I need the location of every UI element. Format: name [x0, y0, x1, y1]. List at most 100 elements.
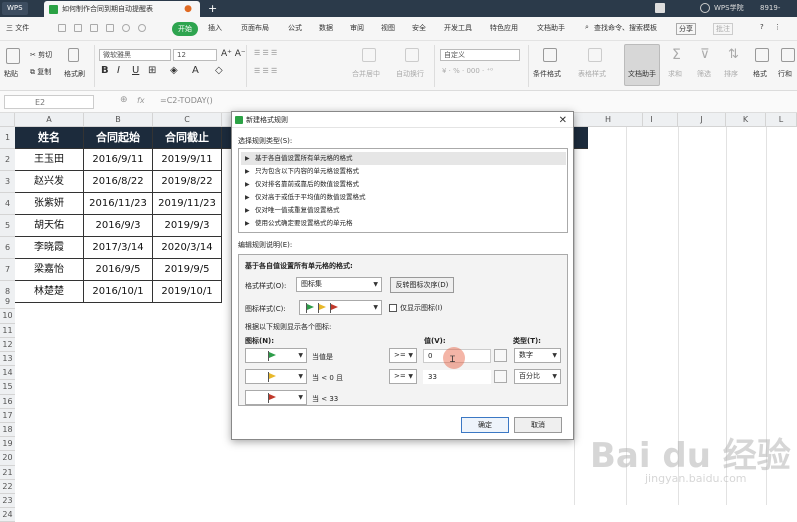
copy-button[interactable]: ⧉ 复制	[30, 67, 51, 77]
format-painter-icon[interactable]	[68, 48, 79, 62]
user-avatar[interactable]	[700, 3, 710, 13]
cell-contract-end[interactable]: 2019/10/1	[153, 281, 222, 303]
header-start[interactable]: 合同起始	[84, 127, 153, 149]
align-left-icons[interactable]: ☰ ☰ ☰	[254, 67, 277, 75]
col-header-l[interactable]: L	[766, 113, 797, 127]
window-badge-icon[interactable]	[655, 3, 665, 13]
sum-button[interactable]: 求和	[668, 69, 682, 79]
more-icon[interactable]: ⋮	[774, 23, 781, 31]
cell-contract-end[interactable]: 2019/11/23	[153, 193, 222, 215]
col-header-a[interactable]: A	[15, 113, 84, 127]
bold-icon[interactable]: B	[101, 65, 109, 76]
merge-icon[interactable]	[362, 48, 376, 62]
col-header-k[interactable]: K	[726, 113, 766, 127]
rule-type-item[interactable]: ▶ 仅对排名靠前或靠后的数值设置格式	[241, 178, 566, 191]
table-style-icon[interactable]	[588, 48, 602, 62]
save-icon[interactable]	[74, 24, 82, 32]
row-header[interactable]: 19	[0, 437, 15, 452]
number-format-icons[interactable]: ¥ · % · 000 · ⁺⁰	[442, 67, 493, 75]
redo-icon[interactable]	[138, 24, 146, 32]
row-header[interactable]: 24	[0, 508, 15, 522]
tab-insert[interactable]: 插入	[208, 23, 222, 33]
row-header[interactable]: 7	[0, 259, 15, 281]
zoom-icon[interactable]: ⊕	[120, 95, 128, 105]
cell-name[interactable]: 胡天佑	[15, 215, 84, 237]
row-header[interactable]: 17	[0, 408, 15, 423]
reverse-icon-order-button[interactable]: 反转图标次序(D)	[390, 277, 454, 293]
header-cell-g[interactable]	[574, 127, 588, 149]
tab-formulas[interactable]: 公式	[288, 23, 302, 33]
name-box[interactable]: E2	[4, 95, 94, 109]
share-button[interactable]: 分享	[676, 23, 696, 35]
tab-close-icon[interactable]: ●	[184, 1, 192, 17]
fill-color-icon[interactable]: ◈	[170, 65, 178, 76]
tab-view[interactable]: 视图	[381, 23, 395, 33]
italic-icon[interactable]: I	[117, 65, 120, 76]
rule-type-item[interactable]: ▶ 只为包含以下内容的单元格设置格式	[241, 165, 566, 178]
cell-contract-start[interactable]: 2017/3/14	[84, 237, 153, 259]
wrap-button[interactable]: 自动换行	[396, 69, 424, 79]
cell-contract-start[interactable]: 2016/9/3	[84, 215, 153, 237]
format-button[interactable]: 格式	[753, 69, 767, 79]
cell-contract-end[interactable]: 2019/9/11	[153, 149, 222, 171]
new-tab-icon[interactable]: +	[208, 0, 217, 17]
format-icon[interactable]	[755, 48, 769, 62]
icon-rule-2-operator[interactable]: >= ▼	[389, 369, 417, 384]
tab-page-layout[interactable]: 页面布局	[241, 23, 269, 33]
menu-file[interactable]: 三 文件	[6, 23, 29, 33]
row-header[interactable]: 18	[0, 423, 15, 438]
cut-button[interactable]: ✂ 剪切	[30, 50, 52, 60]
header-name[interactable]: 姓名	[15, 127, 84, 149]
tab-review[interactable]: 审阅	[350, 23, 364, 33]
font-size-select[interactable]: 12	[173, 49, 217, 61]
row-header[interactable]: 16	[0, 394, 15, 409]
cell-name[interactable]: 张紫妍	[15, 193, 84, 215]
cell-name[interactable]: 梁嘉怡	[15, 259, 84, 281]
filter-button[interactable]: 筛选	[697, 69, 711, 79]
table-style-button[interactable]: 表格样式	[578, 69, 606, 79]
row-header[interactable]: 6	[0, 237, 15, 259]
row-header[interactable]: 22	[0, 479, 15, 494]
cell-name[interactable]: 林楚楚	[15, 281, 84, 303]
icon-rule-1-operator[interactable]: >= ▼	[389, 348, 417, 363]
document-tab[interactable]: 如何制作合同到期自动提醒表 ●	[44, 1, 200, 17]
row-header[interactable]: 5	[0, 215, 15, 237]
icon-rule-1-icon-select[interactable]: ▼	[245, 348, 307, 363]
fx-icon[interactable]: fx	[137, 96, 145, 105]
icon-only-checkbox[interactable]	[389, 304, 397, 312]
cell-name[interactable]: 赵兴发	[15, 171, 84, 193]
tab-data[interactable]: 数据	[319, 23, 333, 33]
row-header[interactable]: 10	[0, 309, 15, 324]
header-end[interactable]: 合同截止	[153, 127, 222, 149]
icon-rule-2-range-picker-icon[interactable]	[494, 370, 507, 383]
wps-app-tab[interactable]: WPS	[2, 2, 28, 15]
number-format-select[interactable]: 自定义	[440, 49, 520, 61]
preview-icon[interactable]	[106, 24, 114, 32]
col-header-c[interactable]: C	[153, 113, 222, 127]
row-header[interactable]: 3	[0, 171, 15, 193]
font-color-icon[interactable]: A	[192, 65, 199, 76]
cancel-button[interactable]: 取消	[514, 417, 562, 433]
icon-rule-2-icon-select[interactable]: ▼	[245, 369, 307, 384]
icon-rule-1-type-select[interactable]: 数字 ▼	[514, 348, 561, 363]
cond-format-button[interactable]: 条件格式	[533, 69, 561, 79]
cell-name[interactable]: 王玉田	[15, 149, 84, 171]
help-icon[interactable]: ?	[760, 23, 764, 31]
cell-contract-start[interactable]: 2016/9/11	[84, 149, 153, 171]
row-header[interactable]: 15	[0, 380, 15, 395]
cell-contract-start[interactable]: 2016/8/22	[84, 171, 153, 193]
cell-contract-end[interactable]: 2019/9/3	[153, 215, 222, 237]
search-icon[interactable]: ⌕	[585, 23, 589, 32]
format-style-select[interactable]: 图标集 ▼	[296, 277, 382, 292]
row-header[interactable]: 2	[0, 149, 15, 171]
col-header-b[interactable]: B	[84, 113, 153, 127]
row-header[interactable]: 23	[0, 494, 15, 509]
close-icon[interactable]: ✕	[559, 113, 567, 129]
increase-font-icon[interactable]: A⁺ A⁻	[221, 49, 246, 59]
open-icon[interactable]	[58, 24, 66, 32]
sort-icon[interactable]: ⇅	[728, 47, 739, 62]
icon-rule-2-value-input[interactable]: 33	[423, 370, 491, 384]
paste-button[interactable]: 粘贴	[4, 69, 18, 79]
sort-button[interactable]: 排序	[724, 69, 738, 79]
icon-style-select[interactable]: ▼	[299, 300, 382, 315]
